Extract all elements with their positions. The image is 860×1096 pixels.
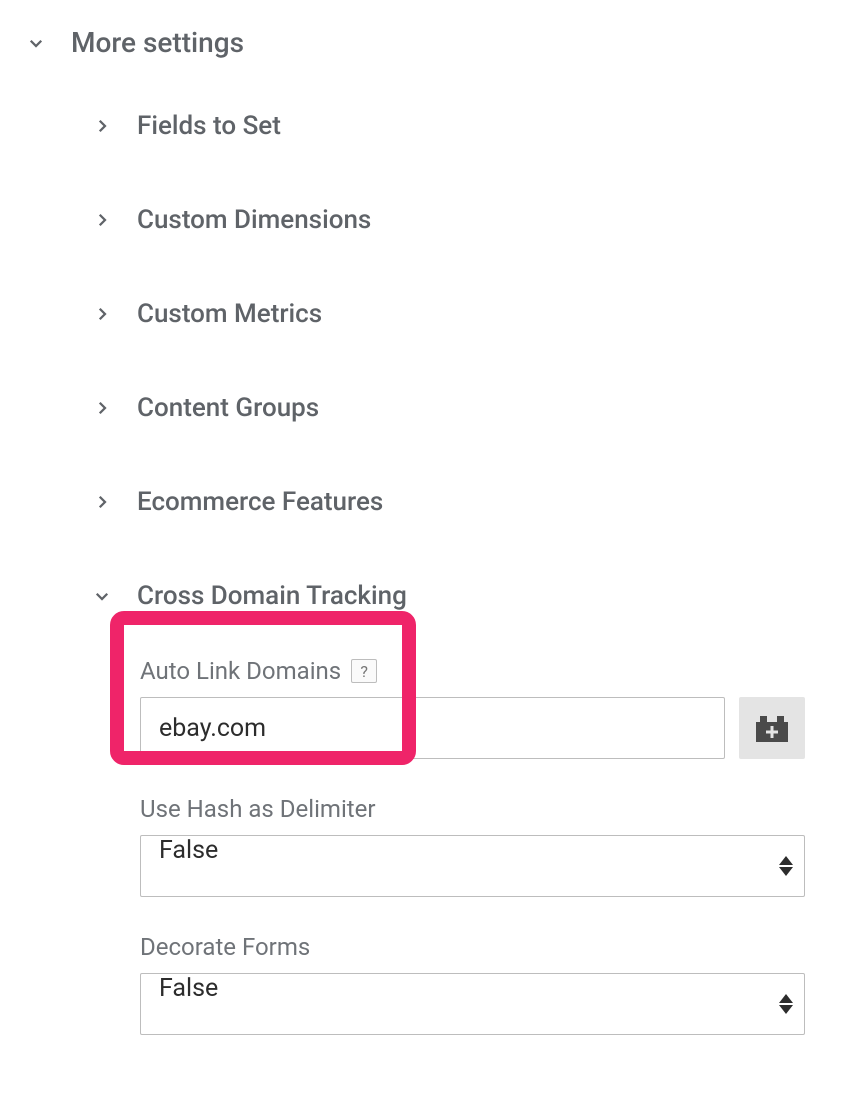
chevron-down-icon bbox=[25, 32, 47, 54]
section-ecommerce-features[interactable]: Ecommerce Features bbox=[91, 455, 835, 549]
auto-link-domains-field: Auto Link Domains ? bbox=[140, 657, 805, 759]
auto-link-domains-label: Auto Link Domains bbox=[140, 657, 341, 685]
brick-plus-icon bbox=[755, 714, 789, 742]
section-label: Cross Domain Tracking bbox=[137, 581, 407, 611]
more-settings-header[interactable]: More settings bbox=[25, 26, 835, 59]
decorate-forms-label: Decorate Forms bbox=[140, 933, 310, 961]
decorate-forms-field: Decorate Forms False bbox=[140, 933, 805, 1035]
help-icon[interactable]: ? bbox=[351, 659, 377, 683]
add-variable-button[interactable] bbox=[739, 697, 805, 759]
section-fields-to-set[interactable]: Fields to Set bbox=[91, 79, 835, 173]
use-hash-field: Use Hash as Delimiter False bbox=[140, 795, 805, 897]
auto-link-domains-input[interactable] bbox=[140, 697, 725, 759]
section-label: Content Groups bbox=[137, 393, 319, 423]
chevron-right-icon bbox=[91, 115, 113, 137]
chevron-down-icon bbox=[91, 585, 113, 607]
chevron-right-icon bbox=[91, 303, 113, 325]
settings-sub-list: Fields to Set Custom Dimensions Custom M… bbox=[25, 79, 835, 643]
section-cross-domain-tracking[interactable]: Cross Domain Tracking bbox=[91, 549, 835, 643]
section-label: Ecommerce Features bbox=[137, 487, 383, 517]
decorate-forms-select[interactable]: False bbox=[140, 973, 805, 1035]
cross-domain-content: Auto Link Domains ? Use Hash as Delimite… bbox=[25, 657, 835, 1035]
section-custom-metrics[interactable]: Custom Metrics bbox=[91, 267, 835, 361]
chevron-right-icon bbox=[91, 397, 113, 419]
section-content-groups[interactable]: Content Groups bbox=[91, 361, 835, 455]
section-label: Fields to Set bbox=[137, 111, 281, 141]
chevron-right-icon bbox=[91, 209, 113, 231]
use-hash-label: Use Hash as Delimiter bbox=[140, 795, 376, 823]
use-hash-select[interactable]: False bbox=[140, 835, 805, 897]
chevron-right-icon bbox=[91, 491, 113, 513]
section-label: Custom Dimensions bbox=[137, 205, 371, 235]
section-custom-dimensions[interactable]: Custom Dimensions bbox=[91, 173, 835, 267]
section-label: Custom Metrics bbox=[137, 299, 322, 329]
more-settings-title: More settings bbox=[71, 26, 244, 59]
